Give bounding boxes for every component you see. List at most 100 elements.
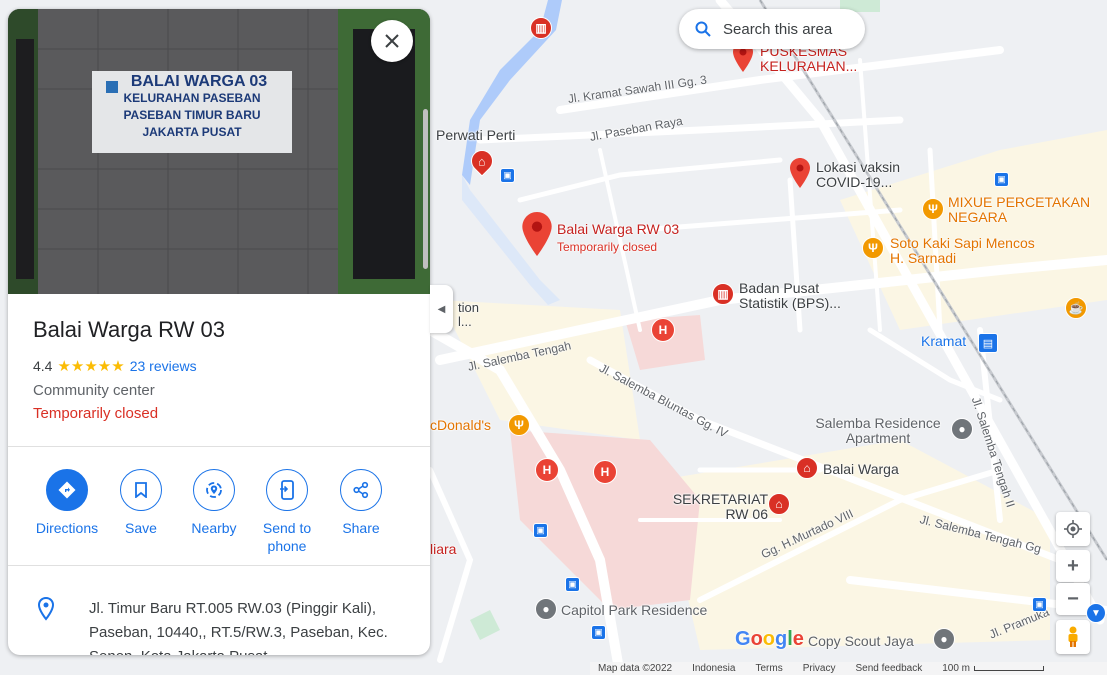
selected-place-pin-icon[interactable] <box>522 212 552 256</box>
map-footer: Map data ©2022 Indonesia Terms Privacy S… <box>590 662 1107 675</box>
perwati-label[interactable]: Perwati Perti <box>436 128 515 143</box>
mixue-label[interactable]: MIXUE PERCETAKAN NEGARA <box>948 195 1107 225</box>
selected-place-status: Temporarily closed <box>557 240 658 254</box>
panel-scrollbar[interactable] <box>423 109 428 269</box>
place-status: Temporarily closed <box>33 405 159 422</box>
street-view-pegman[interactable] <box>1056 620 1090 654</box>
rating-value: 4.4 <box>33 358 53 374</box>
place-pin-icon[interactable]: ● <box>933 628 955 650</box>
place-photo[interactable]: BALAI WARGA 03 KELURAHAN PASEBAN PASEBAN… <box>8 9 430 294</box>
share-label: Share <box>342 520 380 536</box>
zoom-out-button[interactable]: − <box>1056 583 1090 615</box>
place-category[interactable]: Community center <box>33 382 155 399</box>
place-pin-icon[interactable]: ● <box>951 418 973 440</box>
bus-stop-icon[interactable]: ▣ <box>994 172 1009 187</box>
divider <box>8 446 430 447</box>
search-this-area-label: Search this area <box>723 20 833 38</box>
country-link[interactable]: Indonesia <box>692 663 735 674</box>
restaurant-pin-icon[interactable]: Ψ <box>922 198 944 220</box>
hospital-pin-icon[interactable]: H <box>535 458 559 482</box>
my-location-icon <box>1064 520 1082 538</box>
bus-stop-icon[interactable]: ▣ <box>500 168 515 183</box>
chevron-left-icon: ◀ <box>437 303 446 315</box>
location-pin-icon <box>37 597 55 621</box>
send-to-phone-button[interactable]: Send to phone <box>252 469 322 555</box>
search-icon <box>695 21 711 37</box>
kramat-station-label[interactable]: Kramat <box>921 334 966 349</box>
rating-row: 4.4 ★★★★★ 23 reviews <box>33 357 197 375</box>
save-button[interactable]: Save <box>106 469 176 537</box>
google-logo: Google <box>735 628 804 650</box>
hospital-pin-icon[interactable]: H <box>593 460 617 484</box>
sign-line-3: PASEBAN TIMUR BARU <box>123 108 261 122</box>
search-this-area-button[interactable]: Search this area <box>679 9 865 49</box>
photo-background <box>8 9 430 294</box>
sign-line-2: KELURAHAN PASEBAN <box>123 91 261 105</box>
bps-label[interactable]: Badan Pusat Statistik (BPS)... <box>739 281 859 311</box>
plus-icon: + <box>1067 554 1079 577</box>
train-station-icon[interactable]: ▤ <box>978 333 998 353</box>
mcdonalds-label[interactable]: cDonald's <box>430 418 491 433</box>
restaurant-pin-icon[interactable]: Ψ <box>508 414 530 436</box>
minus-icon: − <box>1067 587 1079 610</box>
reviews-link[interactable]: 23 reviews <box>130 358 197 374</box>
vaksin-label[interactable]: Lokasi vaksin COVID-19... <box>816 160 916 190</box>
worship-pin-icon[interactable]: ⌂ <box>796 457 818 479</box>
share-button[interactable]: Share <box>326 469 396 537</box>
salemba-residence-label[interactable]: Salemba Residence Apartment <box>803 416 953 446</box>
restaurant-pin-icon[interactable]: Ψ <box>862 237 884 259</box>
collapse-panel-button[interactable]: ◀ <box>430 285 453 333</box>
place-pin-icon[interactable]: ● <box>535 598 557 620</box>
save-label: Save <box>125 520 157 536</box>
scale-line <box>974 666 1045 671</box>
send-feedback-link[interactable]: Send feedback <box>856 663 923 674</box>
privacy-link[interactable]: Privacy <box>803 663 836 674</box>
rating-stars-icon: ★★★★★ <box>57 358 125 375</box>
capitol-label[interactable]: Capitol Park Residence <box>561 603 707 618</box>
cafe-pin-icon[interactable]: ☕ <box>1065 297 1087 319</box>
nearby-label: Nearby <box>191 520 237 536</box>
directions-label: Directions <box>35 520 99 536</box>
bus-stop-icon[interactable]: ▣ <box>591 625 606 640</box>
hospital-pin-icon[interactable]: H <box>651 318 675 342</box>
pegman-icon <box>1068 626 1078 647</box>
close-icon <box>385 34 399 48</box>
divider <box>8 565 430 566</box>
museum-pin-icon[interactable]: ▥ <box>530 17 552 39</box>
sekretariat-label[interactable]: SEKRETARIAT RW 06 <box>668 492 768 522</box>
bus-stop-icon[interactable]: ▣ <box>565 577 580 592</box>
sign-line-4: JAKARTA PUSAT <box>142 125 242 139</box>
shopping-pin-icon[interactable]: ▼ <box>1086 603 1106 623</box>
close-button[interactable] <box>371 20 413 62</box>
zoom-in-button[interactable]: + <box>1056 550 1090 582</box>
place-panel: BALAI WARGA 03 KELURAHAN PASEBAN PASEBAN… <box>8 9 430 655</box>
bus-stop-icon[interactable]: ▣ <box>533 523 548 538</box>
terms-link[interactable]: Terms <box>755 663 782 674</box>
bookmark-icon <box>135 482 147 498</box>
my-location-button[interactable] <box>1056 512 1090 546</box>
share-icon <box>353 481 369 499</box>
directions-button[interactable]: Directions <box>32 469 102 537</box>
sign-line-1: BALAI WARGA 03 <box>130 73 268 90</box>
scale-label: 100 m <box>942 663 971 674</box>
nearby-button[interactable]: Nearby <box>179 469 249 537</box>
place-title: Balai Warga RW 03 <box>33 317 225 342</box>
iara-label[interactable]: liara <box>430 542 456 557</box>
bus-stop-icon[interactable]: ▣ <box>1032 597 1047 612</box>
museum-pin-icon[interactable]: ▥ <box>712 283 734 305</box>
soto-label[interactable]: Soto Kaki Sapi Mencos H. Sarnadi <box>890 236 1040 266</box>
worship-pin-icon[interactable]: ⌂ <box>768 493 790 515</box>
scale-bar[interactable]: 100 m <box>942 663 1045 674</box>
selected-place-label[interactable]: Balai Warga RW 03 <box>557 222 679 237</box>
send-to-phone-icon <box>280 480 294 500</box>
partial-place-label[interactable]: tion <box>458 300 479 315</box>
map-data-text: Map data ©2022 <box>598 663 673 674</box>
place-address[interactable]: Jl. Timur Baru RT.005 RW.03 (Pinggir Kal… <box>89 597 389 655</box>
partial-place-label-2[interactable]: l... <box>458 314 472 329</box>
nearby-icon <box>206 482 222 498</box>
vaksin-pin-icon[interactable] <box>790 158 810 188</box>
send-to-phone-label: Send to phone <box>262 520 312 554</box>
copy-scout-label[interactable]: Copy Scout Jaya <box>808 634 914 649</box>
balai-warga-label[interactable]: Balai Warga <box>823 462 899 477</box>
directions-icon <box>58 481 76 499</box>
